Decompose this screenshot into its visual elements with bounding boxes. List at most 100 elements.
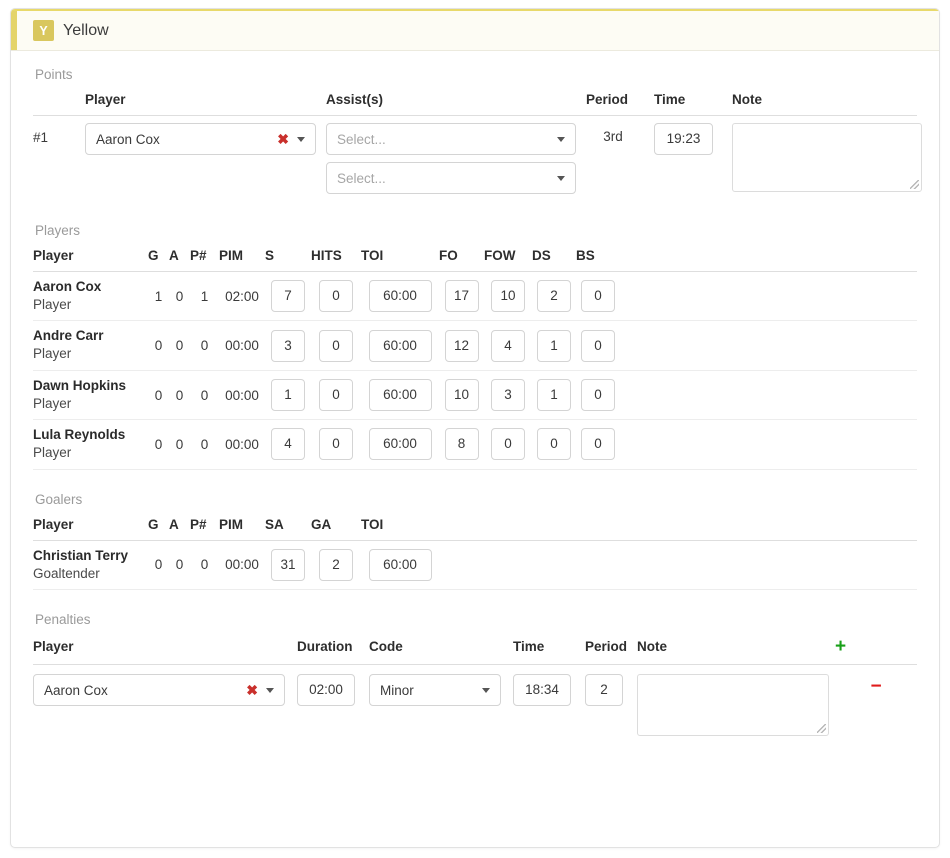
- points-spacer-1: [316, 92, 326, 116]
- player-toi-input[interactable]: 60:00: [368, 428, 432, 461]
- goaler-sa-input[interactable]: 31: [271, 548, 305, 581]
- goaler-ga-input[interactable]: 2: [319, 548, 353, 581]
- player-row-spacer: [620, 320, 917, 371]
- team-name: Yellow: [63, 21, 109, 39]
- player-toi-input[interactable]: 60:00: [368, 280, 432, 313]
- points-assist-1-placeholder: Select...: [337, 131, 386, 147]
- player-name-cell: Aaron Cox Player: [33, 271, 148, 322]
- points-col-assists: Assist(s): [326, 92, 576, 116]
- player-g: 1: [148, 271, 169, 322]
- player-fo-input[interactable]: 17: [444, 280, 479, 313]
- chevron-down-icon: [557, 136, 565, 142]
- team-badge: Y: [33, 20, 54, 41]
- clear-x-icon[interactable]: ✖: [246, 683, 258, 697]
- player-fo-input[interactable]: 10: [444, 379, 479, 412]
- player-bs-input[interactable]: 0: [581, 329, 615, 362]
- players-section: Players Player G A P# PIM S HITS TOI FO …: [33, 223, 917, 470]
- penalty-player-select[interactable]: Aaron Cox ✖: [33, 674, 285, 707]
- player-fo-input[interactable]: 8: [444, 428, 479, 461]
- player-row-spacer: [620, 419, 917, 470]
- player-fow-input[interactable]: 3: [491, 379, 525, 412]
- player-pim: 00:00: [219, 370, 265, 421]
- player-bs-input[interactable]: 0: [581, 280, 615, 313]
- player-fow-input[interactable]: 4: [491, 329, 525, 362]
- player-hits-input[interactable]: 0: [319, 280, 353, 313]
- player-s-input[interactable]: 3: [271, 329, 305, 362]
- player-toi-cell: 60:00: [361, 370, 439, 421]
- penalty-code-select[interactable]: Minor: [369, 674, 501, 707]
- player-name: Aaron Cox: [33, 279, 102, 294]
- players-col-pnum: P#: [190, 248, 219, 272]
- player-name-cell: Lula Reynolds Player: [33, 419, 148, 470]
- points-note-textarea[interactable]: [732, 123, 922, 192]
- players-col-spacer: [620, 248, 917, 272]
- player-s-input[interactable]: 7: [271, 280, 305, 313]
- goalers-section-title: Goalers: [35, 491, 83, 507]
- points-header-row: Player Assist(s) Period Time Note: [33, 92, 917, 116]
- players-col-pim: PIM: [219, 248, 265, 272]
- chevron-down-icon: [297, 136, 305, 142]
- player-fow-input[interactable]: 10: [491, 280, 525, 313]
- points-col-note: Note: [732, 92, 917, 116]
- player-s-cell: 7: [265, 271, 311, 322]
- player-pnum: 1: [190, 271, 219, 322]
- remove-penalty-button[interactable]: −: [870, 677, 881, 696]
- player-hits-cell: 0: [311, 271, 361, 322]
- players-header-row: Player G A P# PIM S HITS TOI FO FOW DS B…: [33, 248, 917, 272]
- points-player-select[interactable]: Aaron Cox ✖: [85, 123, 316, 155]
- player-s-input[interactable]: 1: [271, 379, 305, 412]
- goalers-col-g: G: [148, 516, 169, 541]
- player-toi-input[interactable]: 60:00: [368, 329, 432, 362]
- player-a: 0: [169, 419, 190, 470]
- player-row-spacer: [620, 370, 917, 421]
- player-name-cell: Dawn Hopkins Player: [33, 370, 148, 421]
- player-fo-cell: 17: [439, 271, 484, 322]
- goalers-col-ga: GA: [311, 516, 361, 541]
- goaler-role: Goaltender: [33, 565, 100, 581]
- player-fo-cell: 8: [439, 419, 484, 470]
- player-role: Player: [33, 296, 72, 312]
- points-row-index: #1: [33, 130, 49, 145]
- clear-x-icon[interactable]: ✖: [277, 132, 289, 146]
- penalty-duration-input[interactable]: 02:00: [297, 674, 355, 707]
- player-fow-cell: 3: [484, 370, 532, 421]
- player-ds-input[interactable]: 1: [537, 379, 571, 412]
- player-fo-cell: 10: [439, 370, 484, 421]
- points-col-time: Time: [654, 92, 714, 116]
- penalty-time-input[interactable]: 18:34: [513, 674, 571, 707]
- goaler-toi-input[interactable]: 60:00: [368, 548, 432, 581]
- table-row: Lula Reynolds Player 0 0 0 00:00 4 0 60:…: [33, 419, 917, 470]
- chevron-down-icon: [266, 687, 274, 693]
- player-role: Player: [33, 346, 72, 362]
- points-assist-2-select[interactable]: Select...: [326, 162, 576, 194]
- penalty-spacer-cell-4: [573, 665, 585, 744]
- add-penalty-button[interactable]: +: [835, 637, 846, 656]
- player-toi-cell: 60:00: [361, 320, 439, 371]
- player-hits-input[interactable]: 0: [319, 329, 353, 362]
- points-time-input[interactable]: 19:23: [654, 123, 713, 155]
- player-ds-cell: 0: [532, 419, 576, 470]
- player-hits-input[interactable]: 0: [319, 428, 353, 461]
- player-ds-input[interactable]: 1: [537, 329, 571, 362]
- penalty-player-cell: Aaron Cox ✖: [33, 665, 285, 744]
- player-hits-input[interactable]: 0: [319, 379, 353, 412]
- player-ds-input[interactable]: 0: [537, 428, 571, 461]
- player-fow-input[interactable]: 0: [491, 428, 525, 461]
- goalers-col-spacer: [439, 516, 917, 541]
- points-col-index: [33, 92, 61, 116]
- player-s-input[interactable]: 4: [271, 428, 305, 461]
- player-fo-input[interactable]: 12: [444, 329, 479, 362]
- goalers-col-pnum: P#: [190, 516, 219, 541]
- players-table: Player G A P# PIM S HITS TOI FO FOW DS B…: [33, 248, 917, 470]
- penalty-note-textarea[interactable]: [637, 674, 829, 737]
- points-assist-1-select[interactable]: Select...: [326, 123, 576, 155]
- goalers-header-row: Player G A P# PIM SA GA TOI: [33, 516, 917, 541]
- penalties-col-player: Player: [33, 637, 285, 666]
- player-toi-input[interactable]: 60:00: [368, 379, 432, 412]
- penalty-period-input[interactable]: 2: [585, 674, 623, 707]
- goaler-pnum: 0: [190, 540, 219, 591]
- player-bs-input[interactable]: 0: [581, 379, 615, 412]
- goaler-pim: 00:00: [219, 540, 265, 591]
- player-ds-input[interactable]: 2: [537, 280, 571, 313]
- player-bs-input[interactable]: 0: [581, 428, 615, 461]
